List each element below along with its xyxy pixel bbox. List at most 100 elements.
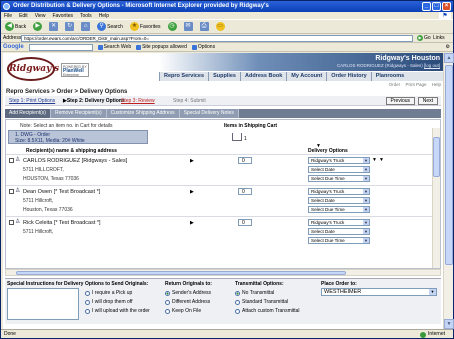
menu-help[interactable]: Help [99, 12, 109, 19]
close-button[interactable]: × [442, 2, 451, 11]
subnav-print-page[interactable]: Print Page [405, 82, 426, 87]
tab-special-delivery-notes[interactable]: Special Delivery Notes [179, 109, 239, 118]
favorites-button[interactable]: ★ Favorites [128, 21, 163, 33]
quantity-input[interactable]: 0 [238, 188, 252, 195]
menu-file[interactable]: File [4, 12, 12, 19]
delivery-date-select[interactable]: Select Date ▼ [308, 197, 370, 204]
scroll-thumb[interactable] [433, 137, 440, 177]
quantity-input[interactable]: 0 [238, 157, 252, 164]
assign-arrow-icon[interactable]: ▶ [190, 189, 194, 195]
print-button[interactable]: ⎙ [198, 21, 211, 33]
address-input[interactable]: https://order.ewars.com/arc/ORDER_Distr_… [21, 35, 413, 42]
recipient-checkbox[interactable] [9, 189, 14, 194]
delivery-date-select[interactable]: Select Date ▼ [308, 166, 370, 173]
nav-my-account[interactable]: My Account [286, 72, 326, 81]
ridgways-logo[interactable]: Ridgway's [7, 57, 59, 81]
delivery-method-select[interactable]: Ridgway's Truck ▼ [308, 157, 370, 164]
copy-down-icon[interactable]: ▼ [372, 157, 377, 163]
delivery-method-select[interactable]: Ridgway's Truck ▼ [308, 188, 370, 195]
forward-button[interactable]: ▶ [31, 21, 44, 33]
scroll-down-icon[interactable]: ▼ [444, 319, 454, 329]
history-button[interactable]: ◷ [166, 21, 179, 33]
tab-add-recipients[interactable]: Add Recipient(s) [5, 109, 51, 118]
menu-favorites[interactable]: Favorites [52, 12, 73, 19]
radio-senders-address[interactable]: Sender's Address [165, 290, 212, 296]
go-button[interactable]: ▶ Go [417, 35, 431, 41]
nav-repro-services[interactable]: Repro Services [159, 72, 208, 81]
maximize-button[interactable]: □ [432, 2, 441, 11]
tab-remove-recipients[interactable]: Remove Recipient(s) [50, 109, 107, 118]
subnav-order[interactable]: Order [389, 82, 401, 87]
site-header: Ridgway's POWERED BY PlanWell Enterprise… [3, 53, 443, 87]
scroll-thumb[interactable] [16, 271, 346, 275]
popup-blocker-button[interactable]: Site popups allowed [136, 44, 187, 50]
previous-button[interactable]: Previous [385, 97, 415, 105]
radio-custom-transmittal[interactable]: Attach custom Transmittal [235, 308, 300, 314]
place-order-select[interactable]: WESTHEIMER ▼ [321, 288, 437, 296]
recipient-name: Dean Owen [* Test Broadcast *] [23, 189, 101, 195]
recipient-checkbox[interactable] [9, 158, 14, 163]
radio-drop-off[interactable]: I will drop them off [85, 299, 150, 305]
nav-supplies[interactable]: Supplies [208, 72, 240, 81]
folder-icon: ▭ [215, 22, 225, 31]
radio-keep-on-file[interactable]: Keep On File [165, 308, 212, 314]
menu-bar: File Edit View Favorites Tools Help ⚑ [1, 12, 453, 20]
delivery-date-select[interactable]: Select Date ▼ [308, 228, 370, 235]
scroll-thumb[interactable] [445, 65, 453, 265]
folder-button[interactable]: ▭ [214, 21, 227, 33]
quantity-input[interactable]: 0 [238, 219, 252, 226]
recipient-checkbox[interactable] [9, 220, 14, 225]
menu-tools[interactable]: Tools [80, 12, 92, 19]
horizontal-scrollbar[interactable] [5, 269, 441, 276]
place-order-section: Place Order to: [321, 281, 357, 287]
step-print-options[interactable]: Step 1: Print Options [9, 98, 55, 104]
stop-button[interactable]: ✕ [47, 21, 60, 33]
copy-all-icon[interactable]: ▼ [379, 157, 384, 163]
search-button[interactable]: ⚲ Search [95, 21, 125, 33]
google-toolbar: Google Search Web Site popups allowed Op… [1, 43, 453, 52]
person-icon: ♙ [15, 188, 21, 194]
special-instructions-textarea[interactable] [7, 288, 79, 320]
menu-edit[interactable]: Edit [19, 12, 28, 19]
assign-arrow-icon[interactable]: ▶ [190, 220, 194, 226]
page-scrollbar[interactable]: ▲ ▼ [443, 53, 454, 329]
mail-button[interactable]: ✉ [182, 21, 195, 33]
web-page: Ridgway's POWERED BY PlanWell Enterprise… [3, 53, 443, 329]
scroll-up-icon[interactable]: ▲ [444, 53, 454, 63]
cart-item[interactable]: 1. DWG - Order Size: 8.5X11, Media: 20# … [8, 130, 148, 144]
nav-planrooms[interactable]: Planrooms [370, 72, 408, 81]
search-web-button[interactable]: Search Web [97, 44, 131, 50]
radio-pickup[interactable]: I require a Pick up [85, 290, 150, 296]
brand-title: Ridgway's Houston [375, 55, 440, 62]
radio-standard-transmittal[interactable]: Standard Transmittal [235, 299, 300, 305]
minimize-button[interactable]: _ [422, 2, 431, 11]
recipient-list-scrollbar[interactable] [432, 128, 440, 268]
settings-icon[interactable]: ⚙ [446, 44, 450, 50]
logout-link[interactable]: [log out] [424, 63, 440, 68]
delivery-time-select[interactable]: Select Due Time ▼ [308, 206, 370, 213]
assign-arrow-icon[interactable]: ▶ [190, 158, 194, 164]
step-review[interactable]: Step 3: Review [121, 98, 155, 104]
delivery-method-select[interactable]: Ridgway's Truck ▼ [308, 219, 370, 226]
refresh-button[interactable]: ↻ [63, 21, 76, 33]
google-options-button[interactable]: Options [191, 44, 215, 50]
google-search-input[interactable] [28, 43, 93, 51]
nav-order-history[interactable]: Order History [326, 72, 370, 81]
cart-note: Note: Select an item no. in Cart for det… [20, 123, 113, 129]
menu-view[interactable]: View [35, 12, 46, 19]
radio-no-transmittal[interactable]: No Transmittal [235, 290, 300, 296]
subnav-help[interactable]: Help [432, 82, 441, 87]
delivery-time-select[interactable]: Select Due Time ▼ [308, 237, 370, 244]
home-button[interactable]: ⌂ [79, 21, 92, 33]
dropdown-arrow-icon: ▼ [363, 229, 369, 234]
links-button[interactable]: Links [433, 35, 445, 41]
delivery-time-select[interactable]: Select Due Time ▼ [308, 175, 370, 182]
next-button[interactable]: Next [417, 97, 438, 105]
back-button[interactable]: ◀ Back [3, 21, 28, 33]
radio-different-address[interactable]: Different Address [165, 299, 212, 305]
recipient-panel: Note: Select an item no. in Cart for det… [5, 119, 441, 269]
search-icon: ⚲ [97, 22, 107, 31]
nav-address-book[interactable]: Address Book [239, 72, 286, 81]
tab-customize-shipping[interactable]: Customize Shipping Address [106, 109, 180, 118]
radio-upload[interactable]: I will upload with the order [85, 308, 150, 314]
